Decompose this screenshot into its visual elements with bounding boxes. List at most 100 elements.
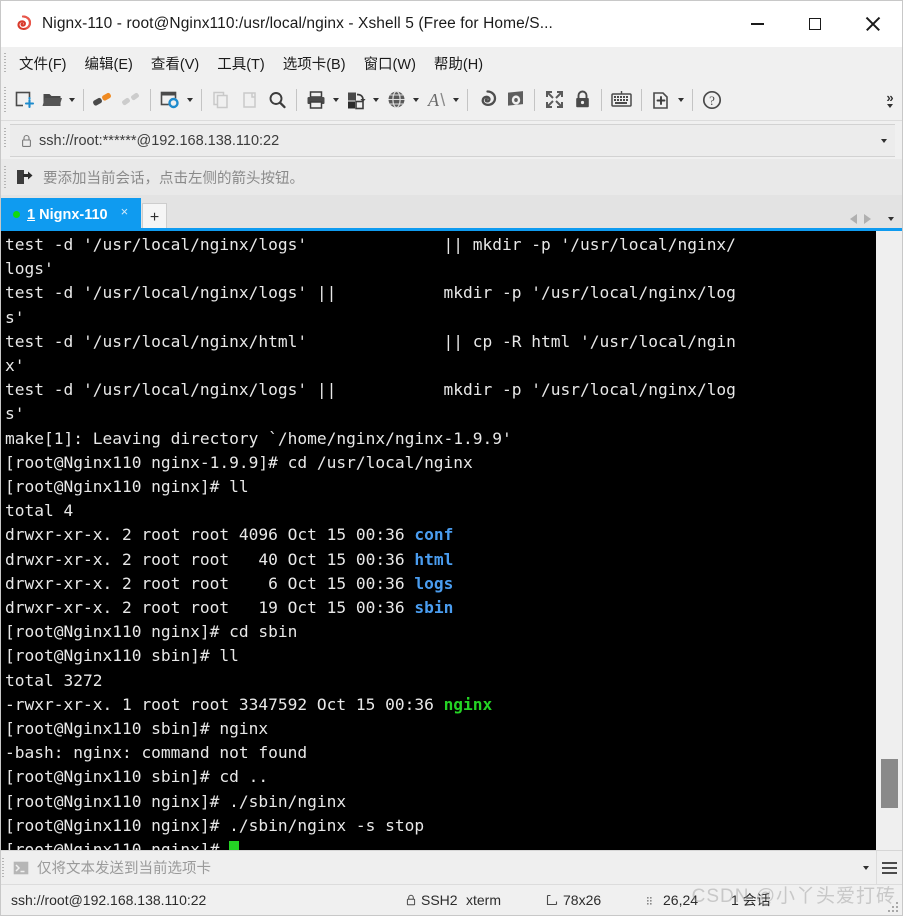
terminal-line: [root@Nginx110 nginx]# ll [5, 475, 874, 499]
address-input[interactable]: ssh://root:******@192.168.138.110:22 [39, 133, 873, 149]
terminal-line: [root@Nginx110 sbin]# ll [5, 644, 874, 668]
terminal-line: drwxr-xr-x. 2 root root 4096 Oct 15 00:3… [5, 523, 874, 547]
status-protocol: SSH2 [406, 892, 458, 908]
tab-nignx-110[interactable]: 1 Nignx-110 × [1, 198, 141, 231]
new-xshell-button[interactable] [473, 84, 501, 116]
resize-icon [546, 894, 558, 906]
hamburger-menu-icon [882, 871, 897, 874]
menu-bar: 文件(F) 编辑(E) 查看(V) 工具(T) 选项卡(B) 窗口(W) 帮助(… [1, 47, 902, 79]
add-to-favorites-dropdown[interactable] [675, 84, 687, 116]
svg-text:?: ? [709, 93, 715, 108]
terminal-text: total 3272 [5, 670, 103, 690]
copy-button[interactable] [207, 84, 235, 116]
terminal-text: html [414, 549, 454, 569]
font-dropdown[interactable] [450, 84, 462, 116]
open-session-button[interactable] [38, 84, 66, 116]
terminal-line: s' [5, 306, 874, 330]
toolbar-overflow-button[interactable]: » [882, 83, 898, 117]
terminal-text: [root@Nginx110 sbin]# cd .. [5, 767, 269, 787]
status-size: 78x26 [546, 892, 601, 908]
tab-label: 1 Nignx-110 [27, 207, 108, 223]
chevron-left-icon[interactable] [850, 214, 857, 224]
paste-button[interactable] [235, 84, 263, 116]
disconnect-icon [122, 92, 139, 105]
disconnect-button[interactable] [117, 84, 145, 116]
new-tab-button[interactable]: + [142, 203, 167, 231]
status-protocol-label: SSH2 [421, 892, 458, 908]
xftp-icon [507, 91, 523, 106]
lock-button[interactable] [568, 84, 596, 116]
toolbar-separator [83, 88, 84, 111]
terminal-text: test -d '/usr/local/nginx/html' || cp -R… [5, 331, 736, 351]
chevron-down-icon [887, 103, 893, 108]
keyboard-button[interactable] [607, 84, 636, 116]
globe-button[interactable] [382, 84, 410, 116]
chevron-down-icon [413, 97, 419, 102]
menu-view[interactable]: 查看(V) [142, 50, 208, 77]
close-button[interactable] [844, 1, 902, 47]
session-properties-dropdown[interactable] [184, 84, 196, 116]
quick-command-input[interactable]: 仅将文本发送到当前选项卡 [37, 857, 856, 878]
address-bar[interactable]: ssh://root:******@192.168.138.110:22 [10, 124, 895, 157]
chevron-right-icon[interactable] [864, 214, 871, 224]
tab-status-dot [13, 211, 20, 218]
minimize-button[interactable] [728, 1, 786, 47]
status-cursor-position: 26,24 [646, 892, 698, 908]
terminal-prompt-icon [13, 861, 29, 875]
terminal-area: test -d '/usr/local/nginx/logs' || mkdir… [1, 231, 902, 850]
terminal-text: logs [414, 573, 454, 593]
chevron-down-icon [69, 97, 75, 102]
terminal-text: nginx [443, 694, 493, 714]
close-icon [865, 16, 881, 32]
tab-list-dropdown-icon[interactable] [888, 217, 894, 221]
new-session-button[interactable] [10, 84, 38, 116]
chevron-down-icon [678, 97, 684, 102]
toolbar-separator [201, 88, 202, 111]
new-xftp-button[interactable] [501, 84, 529, 116]
menu-tabs[interactable]: 选项卡(B) [274, 50, 355, 77]
terminal-scrollbar[interactable] [874, 231, 902, 850]
quick-command-menu-button[interactable] [876, 850, 902, 885]
terminal-output[interactable]: test -d '/usr/local/nginx/logs' || mkdir… [1, 231, 874, 850]
font-button[interactable]: A [422, 84, 450, 116]
terminal-text: [root@Nginx110 nginx-1.9.9]# cd /usr/loc… [5, 452, 473, 472]
print-dropdown[interactable] [330, 84, 342, 116]
terminal-text: test -d '/usr/local/nginx/logs' || mkdir… [5, 283, 736, 303]
session-info-text: 要添加当前会话，点击左侧的箭头按钮。 [43, 170, 304, 187]
help-button[interactable]: ? [698, 84, 726, 116]
new-session-icon [15, 91, 34, 109]
find-button[interactable] [263, 84, 291, 116]
print-icon [307, 90, 324, 109]
terminal-line: -rwxr-xr-x. 1 root root 3347592 Oct 15 0… [5, 693, 874, 717]
fullscreen-button[interactable] [540, 84, 568, 116]
terminal-text: drwxr-xr-x. 2 root root 6 Oct 15 00:36 [5, 573, 415, 593]
session-properties-icon [160, 91, 179, 108]
tab-close-button[interactable]: × [121, 204, 129, 219]
quick-command-dropdown[interactable] [856, 865, 876, 870]
minimize-icon [750, 23, 764, 25]
menu-window[interactable]: 窗口(W) [355, 50, 425, 77]
terminal-text: drwxr-xr-x. 2 root root 4096 Oct 15 00:3… [5, 525, 415, 545]
open-folder-icon [42, 94, 62, 106]
session-properties-button[interactable] [156, 84, 184, 116]
resize-grip-icon[interactable] [886, 900, 898, 912]
address-dropdown-button[interactable] [873, 138, 895, 143]
file-transfer-dropdown[interactable] [370, 84, 382, 116]
maximize-button[interactable] [786, 1, 844, 47]
connect-button[interactable] [89, 84, 117, 116]
menu-help[interactable]: 帮助(H) [425, 50, 492, 77]
add-to-favorites-button[interactable] [647, 84, 675, 116]
fullscreen-icon [545, 91, 563, 108]
menu-tools[interactable]: 工具(T) [208, 50, 274, 77]
file-transfer-button[interactable] [342, 84, 370, 116]
scrollbar-thumb[interactable] [881, 759, 898, 808]
file-transfer-icon [347, 92, 366, 109]
terminal-text: [root@Nginx110 sbin]# ll [5, 646, 239, 666]
globe-dropdown[interactable] [410, 84, 422, 116]
menu-edit[interactable]: 编辑(E) [76, 50, 142, 77]
cursor-position-icon [647, 897, 652, 905]
terminal-text: total 4 [5, 501, 74, 521]
open-session-dropdown[interactable] [66, 84, 78, 116]
print-button[interactable] [302, 84, 330, 116]
menu-file[interactable]: 文件(F) [10, 50, 76, 77]
